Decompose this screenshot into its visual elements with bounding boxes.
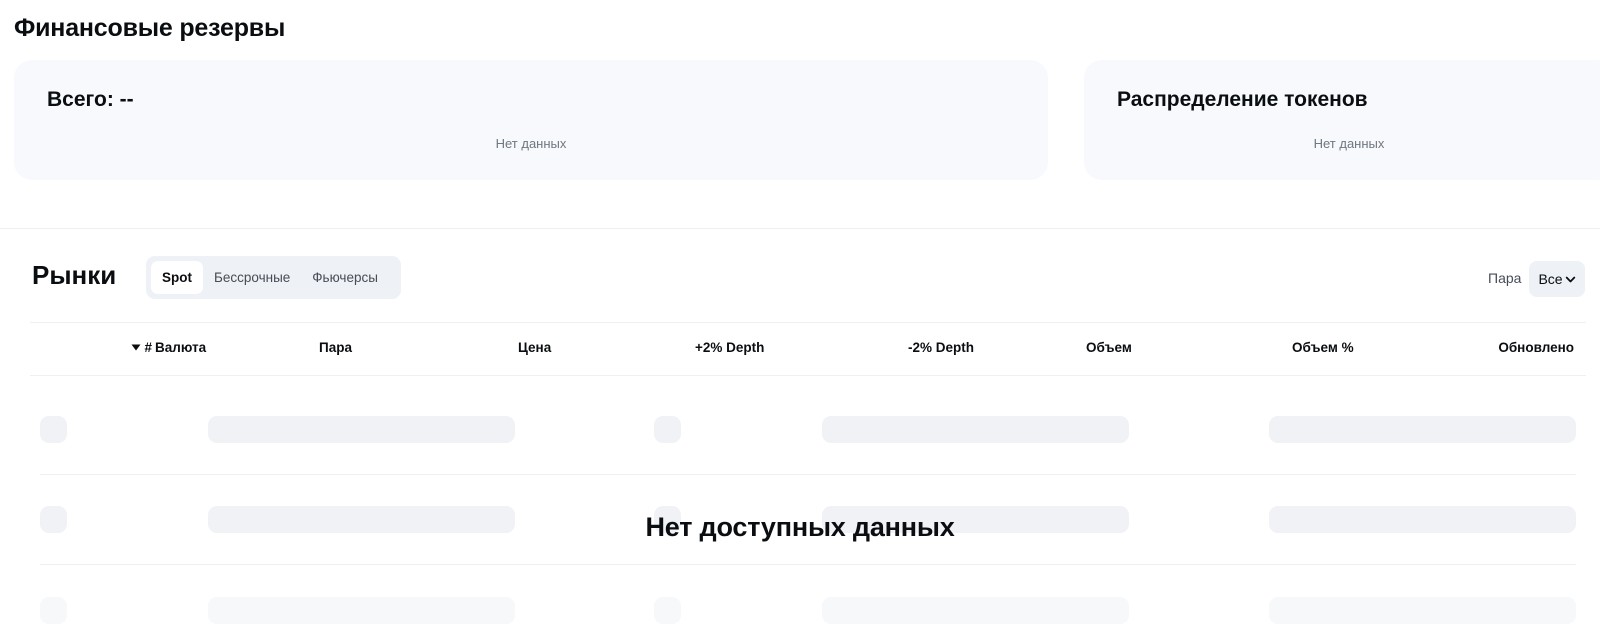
pair-filter-select[interactable]: Все <box>1529 261 1585 297</box>
page-title: Финансовые резервы <box>14 14 286 42</box>
row-divider <box>40 474 1576 475</box>
total-reserves-label: Всего: -- <box>47 88 134 111</box>
skeleton-block <box>40 416 67 443</box>
chevron-down-icon <box>1565 276 1575 282</box>
row-divider <box>40 564 1576 565</box>
column-header-pair[interactable]: Пара <box>319 340 352 355</box>
token-distribution-card: Распределение токенов Нет данных <box>1084 60 1600 180</box>
market-type-tabs: Spot Бессрочные Фьючерсы <box>146 256 401 299</box>
skeleton-block <box>822 416 1129 443</box>
caret-down-icon <box>131 344 141 351</box>
skeleton-block <box>822 597 1129 624</box>
skeleton-block <box>208 597 515 624</box>
column-header-price[interactable]: Цена <box>518 340 551 355</box>
tab-futures[interactable]: Фьючерсы <box>301 261 389 294</box>
column-header-depth-plus[interactable]: +2% Depth <box>695 340 764 355</box>
column-header-depth-minus[interactable]: -2% Depth <box>908 340 974 355</box>
token-distribution-empty: Нет данных <box>1313 136 1385 151</box>
token-distribution-title: Распределение токенов <box>1117 88 1368 111</box>
skeleton-block <box>40 597 67 624</box>
skeleton-block <box>654 597 681 624</box>
column-header-number[interactable]: # <box>131 340 152 355</box>
total-reserves-empty: Нет данных <box>495 136 567 151</box>
section-divider <box>0 228 1600 229</box>
skeleton-block <box>1269 597 1576 624</box>
column-header-volume-percent[interactable]: Объем % <box>1292 340 1354 355</box>
column-header-number-label: # <box>144 340 152 355</box>
skeleton-block <box>208 416 515 443</box>
pair-filter-label: Пара <box>1488 270 1522 286</box>
pair-filter-value: Все <box>1538 271 1563 287</box>
column-header-currency[interactable]: Валюта <box>155 340 206 355</box>
markets-title: Рынки <box>32 260 117 290</box>
total-reserves-card: Всего: -- Нет данных <box>14 60 1048 180</box>
skeleton-block <box>654 416 681 443</box>
column-header-updated[interactable]: Обновлено <box>1498 340 1574 355</box>
no-data-message: Нет доступных данных <box>645 512 955 542</box>
tab-spot[interactable]: Spot <box>151 261 203 294</box>
column-header-volume[interactable]: Объем <box>1086 340 1132 355</box>
markets-table-header: # Валюта Пара Цена +2% Depth -2% Depth О… <box>30 322 1586 376</box>
tab-perpetual[interactable]: Бессрочные <box>203 261 301 294</box>
skeleton-block <box>1269 416 1576 443</box>
